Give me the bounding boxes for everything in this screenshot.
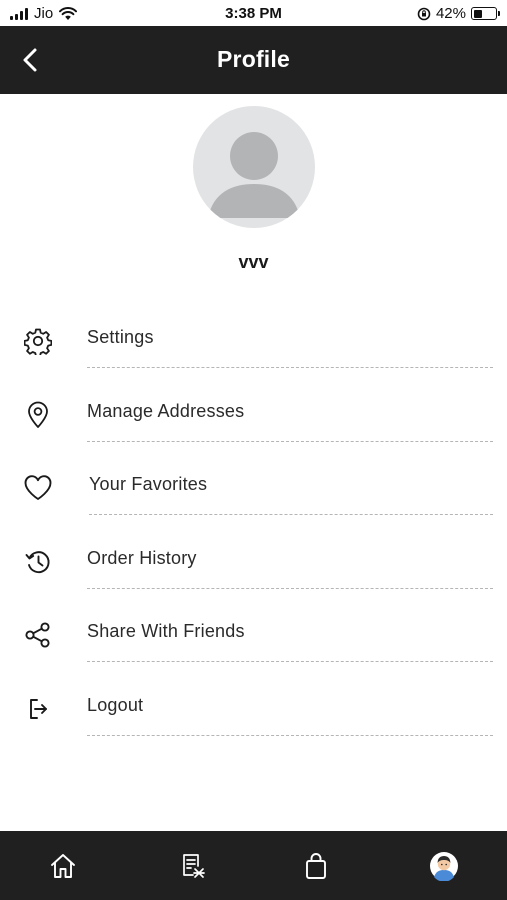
location-pin-icon [22,400,54,430]
tab-cart[interactable] [299,849,333,883]
menu-label-your-favorites: Your Favorites [89,474,208,494]
menu-item-share-with-friends[interactable]: Share With Friends [0,594,507,668]
gear-icon [22,326,54,356]
tab-home[interactable] [46,849,80,883]
tab-profile[interactable] [427,849,461,883]
username: vvv [238,252,269,272]
user-avatar-icon [430,852,458,881]
history-icon [22,547,54,577]
home-icon [51,854,75,878]
menu-divider [87,661,493,662]
menu-label-share-with-friends: Share With Friends [87,621,245,641]
orientation-lock-icon [417,7,431,20]
menu-divider [87,440,493,442]
app-header: Profile [0,26,507,94]
shopping-bag-icon [306,853,326,879]
avatar[interactable] [193,106,315,228]
menu-item-your-favorites[interactable]: Your Favorites [0,447,507,521]
menu-divider [87,367,493,368]
tab-orders[interactable] [176,849,210,883]
status-right: 42% [417,5,500,22]
bottom-tab-bar [0,831,507,900]
menu-item-logout[interactable]: Logout [0,668,507,742]
menu-label-logout: Logout [87,694,144,715]
menu-divider [89,514,493,515]
page-title: Profile [217,46,290,72]
heart-icon [22,473,54,503]
menu-label-order-history: Order History [87,547,197,568]
logout-icon [22,694,54,724]
menu-item-manage-addresses[interactable]: Manage Addresses [0,374,507,448]
battery-percent: 42% [435,5,466,22]
menu-label-settings: Settings [87,327,154,347]
menu-item-order-history[interactable]: Order History [0,521,507,595]
share-icon [22,620,54,650]
menu-divider [87,587,493,589]
menu-label-manage-addresses: Manage Addresses [87,400,245,421]
user-placeholder-icon [208,132,300,218]
status-bar: Jio 3:38 PM 42% [0,0,507,28]
menu-divider [87,734,493,736]
profile-menu: Settings Manage Addresses Your Favorites [0,300,507,741]
battery-icon [471,7,500,20]
menu-item-settings[interactable]: Settings [0,300,507,374]
receipt-icon [183,854,205,878]
